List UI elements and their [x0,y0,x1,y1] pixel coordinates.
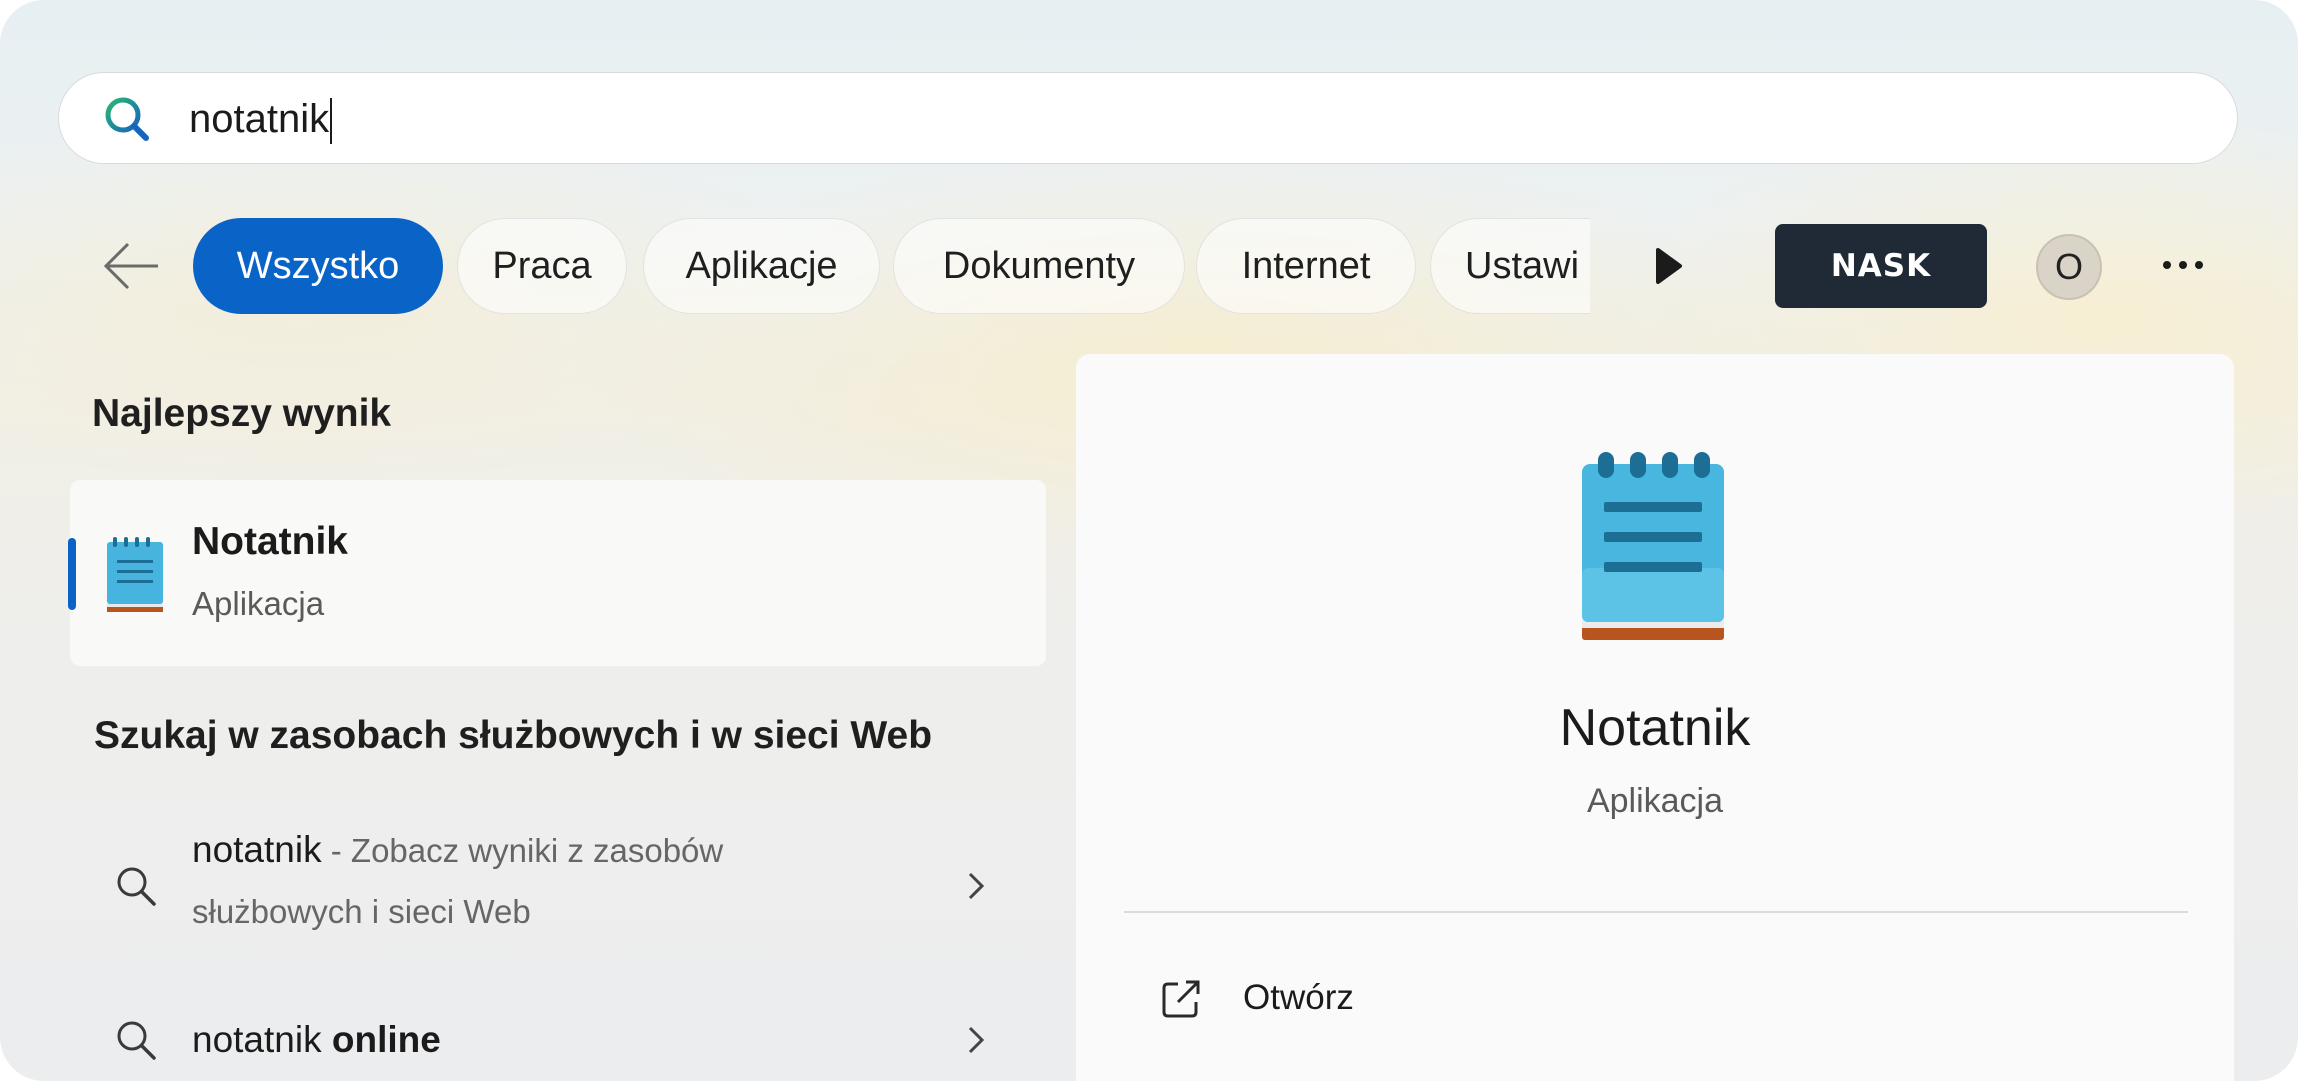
web-result-text: notatnik - Zobacz wyniki z zasobów służb… [192,820,723,942]
best-match-result[interactable] [70,480,1046,666]
tab-wszystko[interactable]: Wszystko [193,218,443,314]
open-external-icon[interactable] [1158,976,1204,1022]
web-search-heading: Szukaj w zasobach służbowych i w sieci W… [94,714,933,757]
search-icon [105,97,149,141]
back-arrow-icon[interactable] [98,238,164,294]
best-match-title: Notatnik [192,520,348,563]
web-result-query: notatnik [192,829,322,870]
tab-internet[interactable]: Internet [1196,218,1416,314]
web-result-row[interactable]: notatnik - Zobacz wyniki z zasobów służb… [70,820,1046,950]
open-action[interactable]: Otwórz [1243,978,1354,1018]
organization-button[interactable]: NASK [1775,224,1987,308]
tab-ustawienia[interactable]: Ustawi [1430,218,1590,314]
best-match-subtitle: Aplikacja [192,585,325,622]
more-options-icon[interactable] [2160,250,2206,280]
search-input[interactable]: notatnik [189,93,333,145]
web-result-text: notatnik online [192,1010,441,1070]
web-result-suffix: - Zobacz wyniki z zasobów [321,832,724,869]
search-query: notatnik [189,97,330,141]
web-result-suffix-line2: służbowych i sieci Web [192,893,531,930]
web-result-query: notatnik [192,1019,332,1060]
play-arrow-icon[interactable] [1650,244,1686,288]
chevron-right-icon [968,872,985,900]
web-result-row[interactable]: notatnik online [70,1004,1046,1080]
avatar[interactable]: O [2036,234,2102,300]
chevron-right-icon [968,1026,985,1054]
detail-subtitle: Aplikacja [1586,782,1724,820]
notepad-icon [107,537,163,612]
selection-indicator [68,538,76,610]
search-icon [117,867,156,906]
tab-aplikacje[interactable]: Aplikacje [643,218,880,314]
search-bar[interactable]: notatnik [58,72,2238,164]
divider [1124,911,2188,913]
detail-title: Notatnik [1559,699,1751,757]
best-match-heading: Najlepszy wynik [92,392,392,435]
web-result-bold-term: online [331,1019,441,1060]
tab-praca[interactable]: Praca [457,218,627,314]
notepad-icon [1582,452,1724,640]
search-window: notatnik Wszystko Praca Aplikacje Dokume… [0,0,2298,1081]
search-icon [117,1021,156,1060]
tab-dokumenty[interactable]: Dokumenty [893,218,1185,314]
text-caret [330,98,333,145]
